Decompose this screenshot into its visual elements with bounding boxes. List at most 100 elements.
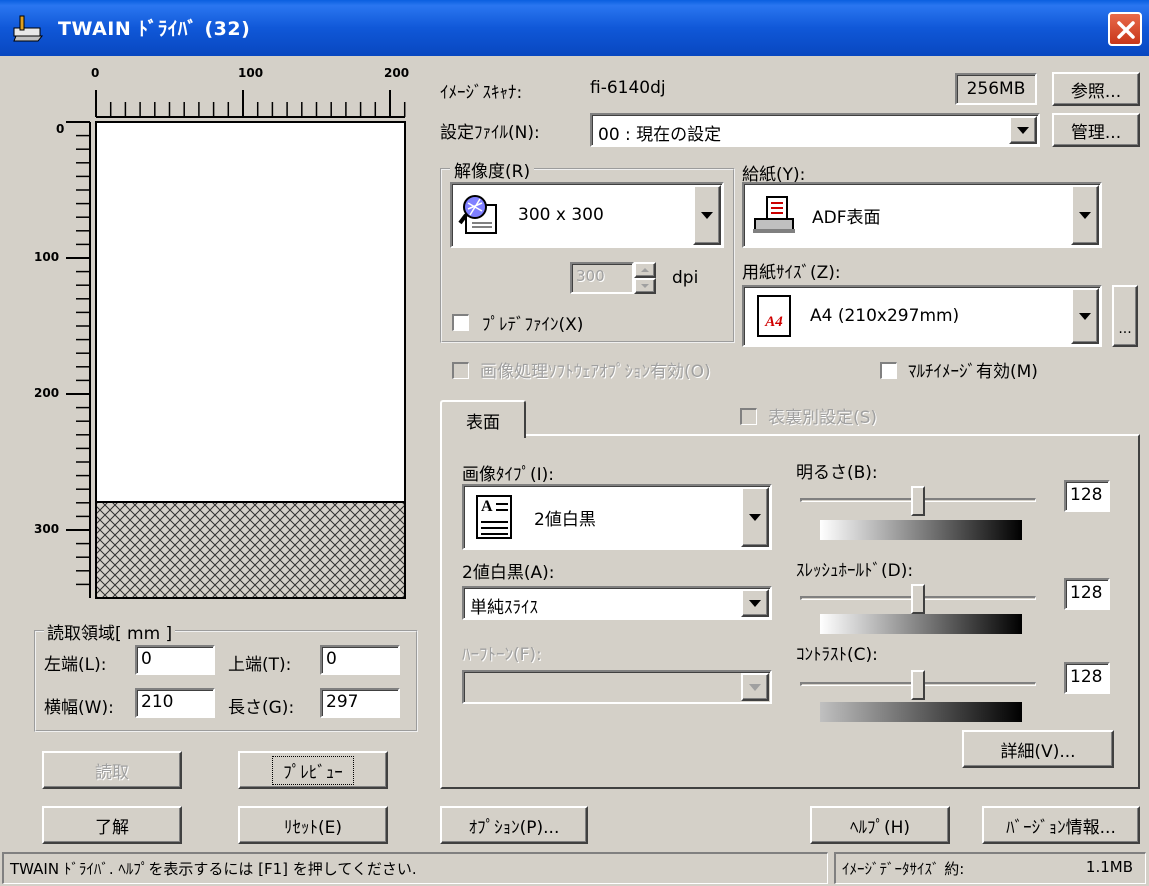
browse-button[interactable]: 参照... [1052, 72, 1140, 106]
resolution-select[interactable]: 300 x 300 [450, 182, 724, 248]
brightness-label: 明るさ(B): [796, 463, 878, 483]
top-input[interactable]: 0 [320, 645, 400, 675]
width-value: 210 [141, 692, 174, 712]
brightness-input[interactable]: 128 [1064, 480, 1110, 512]
binary-select[interactable]: 単純ｽﾗｲｽ [462, 586, 772, 620]
software-option-checkbox[interactable] [452, 362, 469, 379]
prefine-checkbox[interactable] [452, 314, 469, 331]
tab-front-label: 表面 [466, 412, 500, 433]
threshold-gradient [820, 614, 1022, 634]
halftone-dropdown[interactable] [741, 673, 769, 701]
image-type-dropdown[interactable] [741, 487, 769, 547]
contrast-label: ｺﾝﾄﾗｽﾄ(C): [796, 645, 878, 665]
resolution-label: 解像度(R) [450, 157, 535, 182]
window-title: TWAIN ﾄﾞﾗｲﾊﾞ (32) [58, 18, 251, 40]
version-button[interactable]: ﾊﾞｰｼﾞｮﾝ情報... [982, 806, 1140, 844]
tab-front[interactable]: 表面 [440, 400, 526, 438]
contrast-input[interactable]: 128 [1064, 662, 1110, 694]
dpi-spinner[interactable] [634, 262, 656, 294]
chevron-down-icon [1079, 312, 1091, 320]
image-type-select[interactable]: A 2値白黒 [462, 484, 772, 550]
halftone-value [464, 672, 740, 702]
front-back-checkbox[interactable] [740, 408, 757, 425]
a4-icon-text: A4 [765, 314, 783, 330]
settings-file-dropdown[interactable] [1009, 116, 1037, 144]
ruler-v-100: 100 [34, 250, 60, 264]
resolution-dropdown[interactable] [693, 185, 721, 245]
settings-file-label: 設定ﾌｧｲﾙ(N): [440, 123, 540, 143]
halftone-label: ﾊｰﾌﾄｰﾝ(F): [462, 645, 542, 665]
brightness-thumb[interactable] [911, 486, 925, 516]
halftone-select[interactable] [462, 670, 772, 704]
binary-value: 単純ｽﾗｲｽ [470, 598, 538, 618]
width-label: 横幅(W): [44, 698, 114, 718]
reset-button[interactable]: ﾘｾｯﾄ(E) [238, 806, 388, 844]
paper-feed-select[interactable]: ADF表面 [742, 182, 1102, 248]
spin-up-icon[interactable] [634, 262, 656, 278]
binary-dropdown[interactable] [741, 589, 769, 617]
status-size-panel: ｲﾒｰｼﾞﾃﾞｰﾀｻｲｽﾞ 約: 1.1MB [834, 852, 1146, 884]
ruler-h-0: 0 [91, 66, 100, 80]
paper-size-select[interactable]: A4 A4 (210x297mm) [742, 285, 1102, 347]
left-input[interactable]: 0 [135, 645, 215, 675]
paper-feed-value: ADF表面 [812, 207, 881, 228]
adf-icon [744, 184, 804, 246]
scanner-app-icon [12, 14, 46, 42]
top-label: 上端(T): [228, 655, 292, 675]
ok-button[interactable]: 了解 [42, 806, 182, 844]
multi-image-checkbox[interactable] [880, 362, 897, 379]
detail-button[interactable]: 詳細(V)... [962, 730, 1114, 768]
threshold-thumb[interactable] [911, 584, 925, 614]
contrast-slider[interactable] [800, 668, 1040, 704]
paper-size-more-button[interactable]: ... [1112, 285, 1138, 347]
threshold-input[interactable]: 128 [1064, 578, 1110, 610]
image-type-label: 画像ﾀｲﾌﾟ(I): [462, 465, 555, 485]
manage-button[interactable]: 管理... [1052, 113, 1140, 147]
left-label: 左端(L): [44, 655, 107, 675]
brightness-value: 128 [1070, 485, 1103, 505]
paper-size-value: A4 (210x297mm) [810, 306, 960, 326]
chevron-down-icon [749, 513, 761, 521]
scanner-model: fi-6140dj [590, 78, 666, 98]
preview-button[interactable]: ﾌﾟﾚﾋﾞｭｰ [238, 751, 388, 789]
software-option-label: 画像処理ｿﾌﾄｳｪｱｵﾌﾟｼｮﾝ有効(O) [480, 362, 711, 382]
ruler-h-200: 200 [384, 66, 410, 80]
ruler-graphic [66, 90, 406, 599]
status-size-value: 1.1MB [1085, 858, 1133, 876]
paper-size-label: 用紙ｻｲｽﾞ(Z): [742, 263, 841, 283]
length-value: 297 [326, 692, 359, 712]
brightness-slider[interactable] [800, 484, 1040, 520]
front-back-label: 表裏別設定(S) [768, 408, 878, 428]
width-input[interactable]: 210 [135, 688, 215, 718]
text-image-icon: A [464, 486, 524, 548]
contrast-thumb[interactable] [911, 670, 925, 700]
contrast-value: 128 [1070, 667, 1103, 687]
resolution-icon [452, 184, 508, 246]
resolution-value: 300 x 300 [518, 205, 604, 225]
threshold-slider[interactable] [800, 582, 1040, 618]
length-input[interactable]: 297 [320, 688, 400, 718]
paper-size-dropdown[interactable] [1071, 288, 1099, 344]
scan-area-label: 読取領域[ mm ] [44, 619, 176, 644]
ruler-v-200: 200 [34, 386, 60, 400]
brightness-gradient [820, 520, 1022, 540]
contrast-gradient [820, 702, 1022, 722]
settings-file-select[interactable]: 00 : 現在の設定 [590, 113, 1040, 147]
multi-image-label: ﾏﾙﾁｲﾒｰｼﾞ有効(M) [908, 362, 1038, 382]
options-button[interactable]: ｵﾌﾟｼｮﾝ(P)... [440, 806, 588, 844]
spin-down-icon[interactable] [634, 278, 656, 294]
help-button[interactable]: ﾍﾙﾌﾟ(H) [810, 806, 950, 844]
scan-button[interactable]: 読取 [42, 751, 182, 789]
paper-feed-dropdown[interactable] [1071, 185, 1099, 245]
title-bar[interactable]: TWAIN ﾄﾞﾗｲﾊﾞ (32) [0, 0, 1149, 56]
chevron-down-icon [749, 599, 761, 607]
dpi-input[interactable]: 300 [570, 262, 634, 294]
preview-area[interactable]: 0 100 200 0 100 200 300 [0, 60, 430, 608]
scanner-label: ｲﾒｰｼﾞｽｷｬﾅ: [440, 83, 523, 103]
dpi-value: 300 [576, 267, 605, 285]
close-button[interactable] [1108, 12, 1142, 46]
settings-file-value: 00 : 現在の設定 [598, 125, 722, 145]
top-value: 0 [326, 649, 337, 669]
close-icon [1117, 21, 1135, 39]
ruler-v-300: 300 [34, 522, 60, 536]
